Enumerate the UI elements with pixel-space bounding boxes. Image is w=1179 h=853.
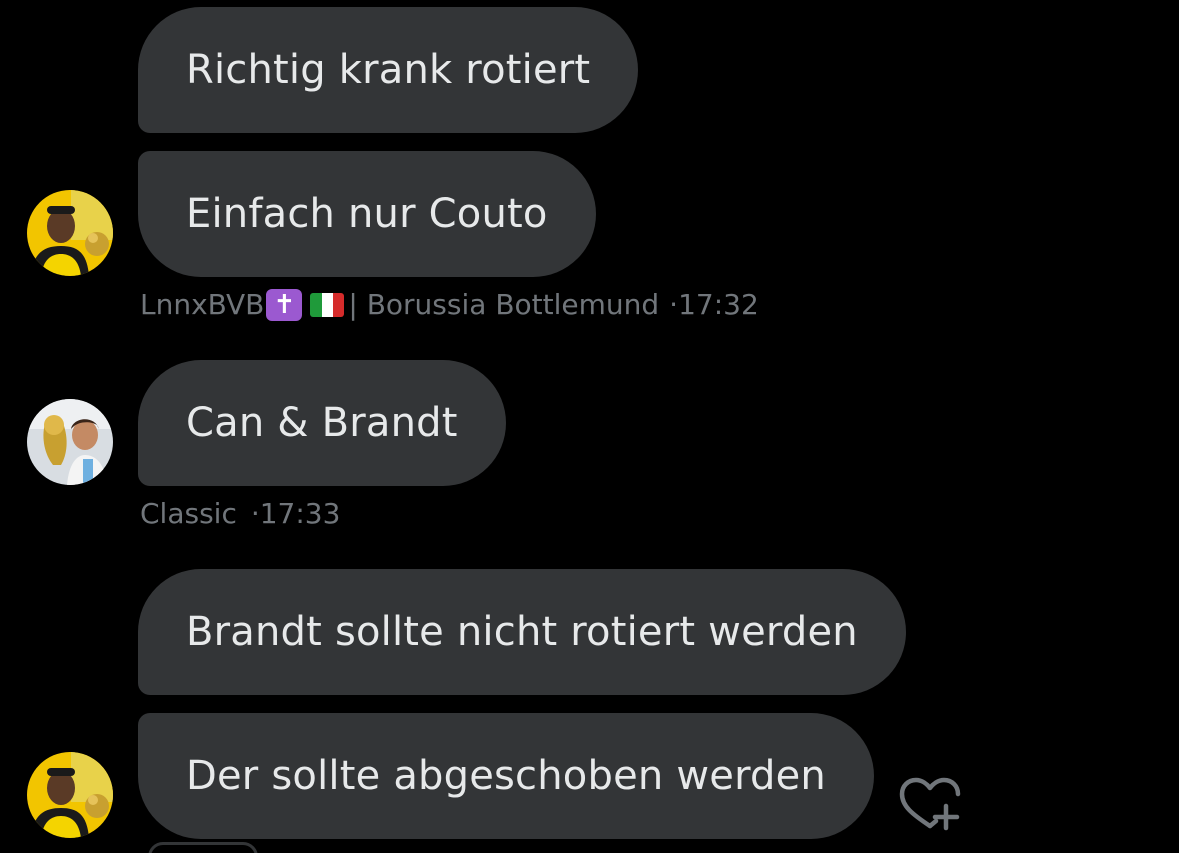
message-bubble[interactable]: Richtig krank rotiert [138,7,639,133]
timestamp: ·17:32 [669,288,759,321]
avatar-lnnxbvb[interactable] [27,752,113,838]
message-text: Can & Brandt [186,400,458,446]
message-text: Brandt sollte nicht rotiert werden [186,609,858,655]
message-meta: LnnxBVB ✝ | Borussia Bottlemund ·17:32 [140,288,759,321]
message-text: Richtig krank rotiert [186,47,591,93]
italy-flag-icon [310,292,345,317]
message-bubble[interactable]: Der sollte abgeschoben werden [138,713,874,839]
sender-name[interactable]: Classic [140,497,237,530]
avatar-lnnxbvb[interactable] [27,190,113,276]
sender-name-suffix[interactable]: | Borussia Bottlemund [348,288,659,321]
message-bubble[interactable]: Brandt sollte nicht rotiert werden [138,569,906,695]
sender-name[interactable]: LnnxBVB [140,288,264,321]
reaction-pill[interactable] [148,842,258,853]
avatar-classic[interactable] [27,399,113,485]
message-bubble[interactable]: Einfach nur Couto [138,151,596,277]
timestamp: ·17:33 [250,497,341,530]
latin-cross-emoji: ✝ [266,288,303,321]
message-bubble[interactable]: Can & Brandt [138,360,506,486]
message-text: Einfach nur Couto [186,191,548,237]
heart-plus-icon[interactable] [898,776,964,832]
dm-conversation: Richtig krank rotiert Einfach nur Couto … [0,0,1179,853]
message-text: Der sollte abgeschoben werden [186,753,826,799]
message-meta: Classic ·17:33 [140,497,340,530]
